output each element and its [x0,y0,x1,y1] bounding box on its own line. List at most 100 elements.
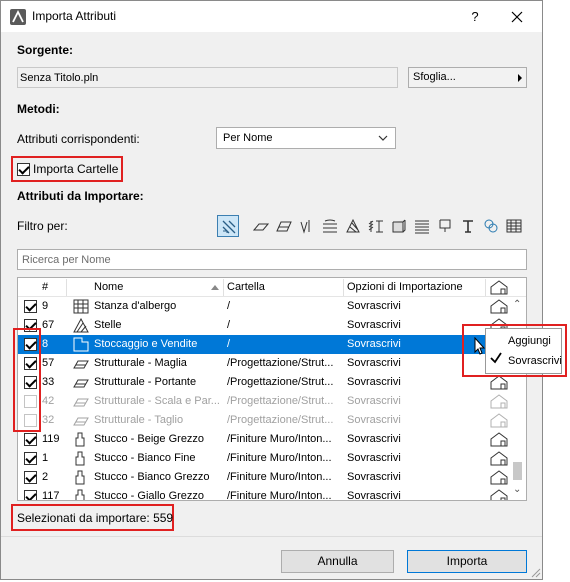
all-attributes-icon[interactable] [217,215,239,237]
composite-icon[interactable] [319,215,341,237]
row-import-option[interactable]: Sovrascrivi [347,471,401,483]
import-folders-checkbox[interactable] [17,163,30,176]
column-divider[interactable] [223,279,224,296]
hatch-icon[interactable] [342,215,364,237]
row-index: 2 [42,471,49,483]
popup-item-add[interactable]: Aggiungi [508,335,551,347]
row-import-option[interactable]: Sovrascrivi [347,452,401,464]
row-name: Stanza d'albergo [94,300,177,312]
house-icon [490,489,508,500]
row-import-option[interactable]: Sovrascrivi [347,357,401,369]
house-icon [490,413,508,431]
table-row[interactable]: 57 Strutturale - Maglia/Progettazione/Str… [18,354,508,373]
row-name: Strutturale - Taglio [94,414,184,426]
match-attributes-select[interactable]: Per Nome [216,127,396,149]
archicad-app-icon [10,9,26,25]
import-folders-label: Importa Cartelle [33,162,119,176]
attributes-table: # Nome Cartella Opzioni di Importazione … [17,277,527,501]
table-row[interactable]: 33 Strutturale - Portante/Progettazione/S… [18,373,508,392]
table-row[interactable]: 117 Stucco - Giallo Grezzo/Finiture Muro/… [18,487,508,501]
scrollbar-thumb[interactable] [513,462,522,480]
row-import-option[interactable]: Sovrascrivi [347,395,401,407]
row-import-option[interactable]: Sovrascrivi [347,490,401,500]
profile-icon[interactable] [388,215,410,237]
hatch-fill-icon [73,317,89,333]
row-checkbox[interactable] [24,433,37,446]
help-button[interactable]: ? [465,7,485,27]
match-attributes-label: Attributi corrispondenti: [17,132,140,146]
row-import-option[interactable]: Sovrascrivi [347,338,401,350]
row-name: Stucco - Giallo Grezzo [94,490,205,501]
table-row[interactable]: 42 Strutturale - Scala e Par... /Progettaz… [18,392,508,411]
row-import-option[interactable]: Sovrascrivi [347,376,401,388]
resize-grip-icon[interactable] [529,566,541,578]
checkbox-column-highlight [13,328,41,432]
house-icon [490,299,508,317]
row-checkbox[interactable] [24,300,37,313]
checkmark-icon [490,352,502,364]
methods-heading: Metodi: [17,102,60,116]
arrow-right-icon [518,74,522,82]
search-input[interactable]: Ricerca per Nome [17,249,527,270]
table-row[interactable]: 8 Stoccaggio e Vendite / Sovrascrivi [18,335,508,354]
column-divider[interactable] [485,279,486,296]
row-checkbox[interactable] [24,452,37,465]
browse-button[interactable]: Sfoglia... [408,67,527,88]
house-icon [490,432,508,450]
zone-category-icon[interactable] [411,215,433,237]
operation-profile-icon[interactable] [480,215,502,237]
row-folder: /Progettazione/Strut... [227,357,334,369]
popup-item-overwrite[interactable]: Sovrascrivi [508,355,562,367]
pen-icon[interactable] [296,215,318,237]
table-row[interactable]: 32 Strutturale - Taglio/Progettazione/Str… [18,411,508,430]
brush-icon [73,470,89,485]
attributes-heading: Attributi da Importare: [17,189,144,203]
table-row[interactable]: 67 Stelle / Sovrascrivi [18,316,508,335]
import-button[interactable]: Importa [407,550,527,573]
row-import-option[interactable]: Sovrascrivi [347,300,401,312]
row-folder: /Finiture Muro/Inton... [227,452,332,464]
table-row[interactable]: 9 Stanza d'albergo / Sovrascrivi [18,297,508,316]
cancel-button[interactable]: Annulla [281,550,394,573]
row-checkbox[interactable] [24,490,37,500]
row-name: Stucco - Beige Grezzo [94,433,205,445]
surface-icon [73,413,89,428]
surface-icon [73,375,89,390]
table-row[interactable]: 1 Stucco - Bianco Fine/Finiture Muro/Into… [18,449,508,468]
scroll-up-icon[interactable]: ⌃ [513,299,521,310]
sort-ascending-icon [211,285,219,290]
building-material-icon[interactable] [365,215,387,237]
table-row[interactable]: 2 Stucco - Bianco Grezzo/Finiture Muro/In… [18,468,508,487]
column-header-index[interactable]: # [42,281,48,293]
scroll-down-icon[interactable]: ⌄ [513,484,521,495]
row-index: 8 [42,338,49,350]
row-import-option[interactable]: Sovrascrivi [347,319,401,331]
row-folder: /Progettazione/Strut... [227,395,334,407]
row-index: 57 [42,357,55,369]
column-header-options[interactable]: Opzioni di Importazione [347,281,463,293]
table-row[interactable]: 119 Stucco - Beige Grezzo/Finiture Muro/I… [18,430,508,449]
column-header-folder[interactable]: Cartella [227,281,265,293]
fill-icon[interactable] [273,215,295,237]
column-divider[interactable] [343,279,344,296]
window-title: Importa Attributi [32,9,117,23]
title-bar: Importa Attributi ? [1,1,542,32]
row-name: Strutturale - Scala e Par... [94,395,220,407]
row-folder: / [227,319,231,331]
house-icon [490,375,508,393]
column-header-name[interactable]: Nome [94,281,123,293]
markup-icon[interactable] [434,215,456,237]
browse-label: Sfoglia... [413,71,456,83]
row-import-option[interactable]: Sovrascrivi [347,433,401,445]
row-checkbox[interactable] [24,471,37,484]
grid-table-icon[interactable] [503,215,525,237]
close-icon[interactable] [506,6,528,28]
row-import-option[interactable]: Sovrascrivi [347,414,401,426]
row-index: 32 [42,414,55,426]
mep-icon[interactable] [457,215,479,237]
row-name: Strutturale - Portante [94,376,197,388]
line-type-icon[interactable] [250,215,272,237]
chevron-down-icon [378,135,388,141]
column-divider[interactable] [66,279,67,296]
row-index: 9 [42,300,49,312]
